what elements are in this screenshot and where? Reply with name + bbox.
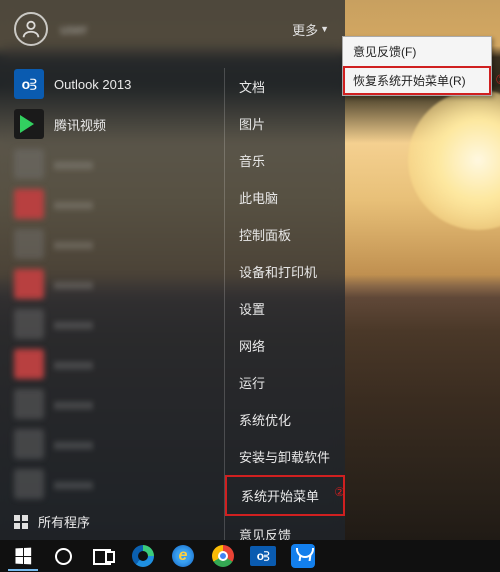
ctx-label: 恢复系统开始菜单(R) (353, 74, 466, 88)
taskbar-edge[interactable] (124, 541, 162, 571)
app-icon (14, 149, 44, 179)
app-icon (14, 229, 44, 259)
app-placeholder[interactable]: xxxxxx (0, 144, 224, 184)
taskbar-start-button[interactable] (4, 541, 42, 571)
cat-feedback[interactable]: 意见反馈 (225, 516, 345, 540)
taskbar: e o⫖ (0, 540, 500, 572)
annotation-badge-1: ① (495, 72, 500, 88)
app-label: xxxxxx (54, 277, 93, 292)
ctx-feedback[interactable]: 意见反馈(F) (343, 37, 491, 66)
cat-devices-printers[interactable]: 设备和打印机 (225, 253, 345, 290)
cat-system-optimize[interactable]: 系统优化 (225, 401, 345, 438)
app-label: xxxxxx (54, 157, 93, 172)
cat-this-pc[interactable]: 此电脑 (225, 179, 345, 216)
start-menu-body: o⫖ Outlook 2013 腾讯视频 xxxxxx xxxxxx xxxxx… (0, 58, 345, 540)
start-menu-header: user 更多 ▼ (0, 0, 345, 58)
app-icon (14, 429, 44, 459)
ie-icon: e (172, 545, 194, 567)
more-button[interactable]: 更多 ▼ (292, 20, 329, 39)
app-tencent-video[interactable]: 腾讯视频 (0, 104, 224, 144)
cat-system-start-menu[interactable]: 系统开始菜单 ② (225, 475, 345, 516)
chevron-down-icon: ▼ (320, 24, 329, 34)
cat-settings[interactable]: 设置 (225, 290, 345, 327)
all-programs-label: 所有程序 (38, 512, 90, 531)
outlook-icon: o⫖ (14, 69, 44, 99)
cortana-icon (55, 548, 72, 565)
app-label: xxxxxx (54, 317, 93, 332)
username-label: user (60, 21, 280, 37)
cat-pictures[interactable]: 图片 (225, 105, 345, 142)
taskbar-ie[interactable]: e (164, 541, 202, 571)
app-icon (14, 269, 44, 299)
task-view-icon (93, 549, 113, 563)
app-label: xxxxxx (54, 357, 93, 372)
app-icon (14, 189, 44, 219)
taskbar-outlook[interactable]: o⫖ (244, 541, 282, 571)
app-icon (14, 389, 44, 419)
app-outlook[interactable]: o⫖ Outlook 2013 (0, 64, 224, 104)
edge-icon (132, 545, 154, 567)
app-label: xxxxxx (54, 477, 93, 492)
app-label: Outlook 2013 (54, 77, 131, 92)
app-placeholder[interactable]: xxxxxx (0, 464, 224, 504)
app-placeholder[interactable]: xxxxxx (0, 224, 224, 264)
cat-control-panel[interactable]: 控制面板 (225, 216, 345, 253)
cat-music[interactable]: 音乐 (225, 142, 345, 179)
chrome-icon (212, 545, 234, 567)
app-label: xxxxxx (54, 197, 93, 212)
windows-icon (15, 548, 31, 565)
grid-icon (14, 515, 28, 529)
person-icon (20, 18, 42, 40)
category-list: 文档 图片 音乐 此电脑 控制面板 设备和打印机 设置 网络 运行 系统优化 安… (224, 68, 345, 540)
app-label: xxxxxx (54, 397, 93, 412)
cat-network[interactable]: 网络 (225, 327, 345, 364)
app-icon (14, 469, 44, 499)
taskbar-cortana[interactable] (44, 541, 82, 571)
annotation-badge-2: ② (334, 485, 345, 500)
start-menu-panel: user 更多 ▼ o⫖ Outlook 2013 腾讯视频 xxxxxx xx… (0, 0, 345, 540)
tencent-video-icon (14, 109, 44, 139)
app-placeholder[interactable]: xxxxxx (0, 184, 224, 224)
app-label: 腾讯视频 (54, 115, 106, 134)
cat-install-uninstall[interactable]: 安装与卸载软件 (225, 438, 345, 475)
app-placeholder[interactable]: xxxxxx (0, 424, 224, 464)
all-programs-button[interactable]: 所有程序 (0, 504, 224, 539)
app-placeholder[interactable]: xxxxxx (0, 304, 224, 344)
cat-documents[interactable]: 文档 (225, 68, 345, 105)
app-label: xxxxxx (54, 437, 93, 452)
more-context-menu: 意见反馈(F) 恢复系统开始菜单(R) ① (342, 36, 492, 96)
apps-column: o⫖ Outlook 2013 腾讯视频 xxxxxx xxxxxx xxxxx… (0, 58, 224, 540)
taskbar-chrome[interactable] (204, 541, 242, 571)
app-icon (14, 309, 44, 339)
outlook-icon: o⫖ (250, 546, 276, 566)
shield-icon (291, 544, 315, 568)
app-icon (14, 349, 44, 379)
app-placeholder[interactable]: xxxxxx (0, 264, 224, 304)
more-label: 更多 (292, 20, 318, 39)
cat-run[interactable]: 运行 (225, 364, 345, 401)
cat-label: 系统开始菜单 (241, 489, 319, 504)
ctx-restore-start-menu[interactable]: 恢复系统开始菜单(R) ① (343, 66, 491, 95)
app-label: xxxxxx (54, 237, 93, 252)
user-avatar[interactable] (14, 12, 48, 46)
categories-column: 文档 图片 音乐 此电脑 控制面板 设备和打印机 设置 网络 运行 系统优化 安… (224, 58, 345, 540)
taskbar-task-view[interactable] (84, 541, 122, 571)
app-placeholder[interactable]: xxxxxx (0, 344, 224, 384)
taskbar-qq-guanjia[interactable] (284, 541, 322, 571)
app-placeholder[interactable]: xxxxxx (0, 384, 224, 424)
